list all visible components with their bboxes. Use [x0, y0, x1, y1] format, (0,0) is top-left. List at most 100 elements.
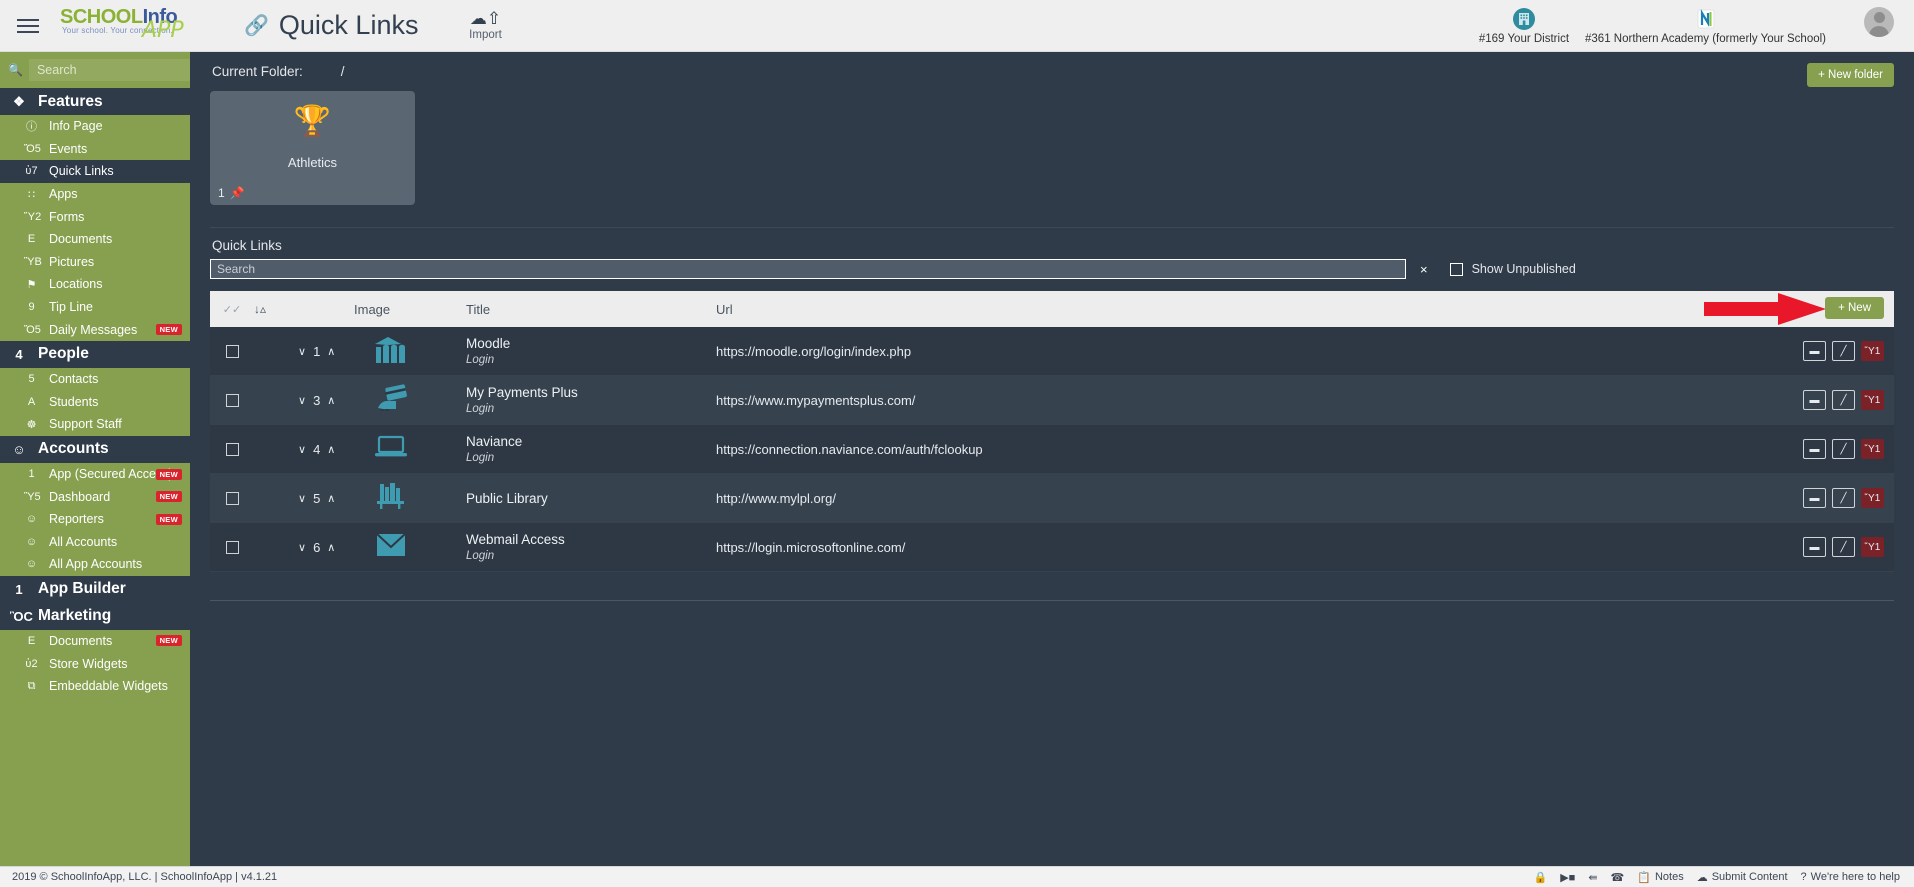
delete-icon[interactable]: Ὕ1 [1861, 390, 1884, 410]
sidebar-item-reporters[interactable]: ☺ Reporters NEW [0, 508, 190, 531]
sidebar-item-forms[interactable]: Ὕ2 Forms [0, 205, 190, 228]
import-button[interactable]: ☁⇧ Import [452, 10, 518, 41]
monitor-icon: Ὓ5 [24, 491, 39, 503]
row-order-cell: ∨ 5 ∧ [254, 491, 354, 506]
delete-icon[interactable]: Ὕ1 [1861, 488, 1884, 508]
edit-icon[interactable]: ╱ [1832, 488, 1855, 508]
delete-icon[interactable]: Ὕ1 [1861, 439, 1884, 459]
sort-ascending-icon[interactable]: ↓▵ [254, 302, 354, 316]
brand-logo[interactable]: SCHOOLInfo Your school. Your connection.… [56, 0, 188, 52]
row-url[interactable]: https://moodle.org/login/index.php [716, 344, 1894, 359]
chevron-up-icon[interactable]: ∧ [327, 394, 335, 407]
sidebar-item-label: App (Secured Access) [49, 467, 173, 481]
sidebar-item-events[interactable]: Ὄ5 Events [0, 138, 190, 161]
sidebar-item-support-staff[interactable]: ☸ Support Staff [0, 413, 190, 436]
sidebar-item-dashboard[interactable]: Ὓ5 Dashboard NEW [0, 485, 190, 508]
sidebar-item-contacts[interactable]: ὆5 Contacts [0, 368, 190, 391]
share-icon[interactable]: ⇚ [1588, 871, 1597, 884]
sidebar-item-quick-links[interactable]: ὑ7 Quick Links [0, 160, 190, 183]
folder-icon[interactable]: ▬ [1803, 537, 1826, 557]
chevron-down-icon[interactable]: ∨ [298, 345, 306, 358]
sidebar-item-locations[interactable]: ⚑ Locations [0, 273, 190, 296]
row-checkbox[interactable] [226, 541, 239, 554]
table-row[interactable]: ∨ 5 ∧ Public Library http://www.mylpl.org/▬ ╱… [210, 474, 1894, 523]
new-button[interactable]: + New [1825, 297, 1884, 319]
sidebar-item-all-accounts[interactable]: ☺ All Accounts [0, 531, 190, 554]
quick-links-search-input[interactable] [210, 259, 1406, 279]
building-icon [1479, 7, 1569, 31]
row-url[interactable]: https://login.microsoftonline.com/ [716, 540, 1894, 555]
sidebar-item-students[interactable]: ὆A Students [0, 391, 190, 414]
chevron-up-icon[interactable]: ∧ [327, 345, 335, 358]
avatar[interactable] [1864, 7, 1894, 37]
sidebar-item-documents[interactable]: ὜E Documents [0, 228, 190, 251]
sidebar-item-all-app-accounts[interactable]: ☺ All App Accounts [0, 553, 190, 576]
table-row[interactable]: ∨ 3 ∧ My Payments Plus Login https://www.mypa… [210, 376, 1894, 425]
sidebar-item-info-page[interactable]: ⓘ Info Page [0, 115, 190, 138]
edit-icon[interactable]: ╱ [1832, 537, 1855, 557]
table-row[interactable]: ∨ 4 ∧ Naviance Login https://connection.navia… [210, 425, 1894, 474]
chevron-up-icon[interactable]: ∧ [327, 541, 335, 554]
sidebar-item-documents[interactable]: ὜E Documents NEW [0, 630, 190, 653]
row-checkbox[interactable] [226, 443, 239, 456]
folder-icon[interactable]: ▬ [1803, 488, 1826, 508]
row-url[interactable]: https://connection.naviance.com/auth/fcl… [716, 442, 1894, 457]
folder-icon[interactable]: ▬ [1803, 390, 1826, 410]
edit-icon[interactable]: ╱ [1832, 390, 1855, 410]
row-checkbox[interactable] [226, 394, 239, 407]
folder-icon[interactable]: ▬ [1803, 341, 1826, 361]
check-all-icon[interactable]: ✓✓ [210, 303, 254, 316]
sidebar-item-embeddable-widgets[interactable]: ⧉ Embeddable Widgets [0, 675, 190, 698]
row-checkbox[interactable] [226, 345, 239, 358]
sidebar-section-accounts[interactable]: ☺ Accounts [0, 436, 190, 463]
chevron-up-icon[interactable]: ∧ [327, 492, 335, 505]
sidebar-item-app-secured-access[interactable]: ὏1 App (Secured Access) NEW [0, 463, 190, 486]
link-icon: ὑ7 [24, 165, 39, 177]
sidebar-item-pictures[interactable]: ὛB Pictures [0, 251, 190, 274]
footer-link-submit-content[interactable]: ☁ Submit Content [1697, 871, 1788, 884]
sidebar-item-tip-line[interactable]: ὞9 Tip Line [0, 296, 190, 319]
sidebar-section-features[interactable]: ❖ Features [0, 88, 190, 115]
table-row[interactable]: ∨ 1 ∧ Moodle Login https://moodle.org/login/i… [210, 327, 1894, 376]
link-icon: 🔗 [244, 13, 269, 38]
org-school[interactable]: #361 Northern Academy (formerly Your Sch… [1579, 7, 1832, 45]
column-header-url: Url [716, 302, 1894, 317]
chevron-down-icon[interactable]: ∨ [298, 541, 306, 554]
video-icon[interactable]: ▶■ [1560, 871, 1575, 884]
hamburger-icon[interactable] [0, 19, 56, 33]
row-url[interactable]: http://www.mylpl.org/ [716, 491, 1894, 506]
edit-icon[interactable]: ╱ [1832, 341, 1855, 361]
envelope-icon [374, 532, 408, 562]
lock-icon[interactable]: 🔒 [1534, 871, 1548, 884]
search-input[interactable] [29, 59, 190, 81]
chevron-down-icon[interactable]: ∨ [298, 443, 306, 456]
footer-link-notes[interactable]: 📋 Notes [1637, 871, 1683, 884]
row-url[interactable]: https://www.mypaymentsplus.com/ [716, 393, 1894, 408]
sidebar-item-apps[interactable]: ∷ Apps [0, 183, 190, 206]
show-unpublished-checkbox[interactable] [1450, 263, 1463, 276]
sidebar-section-app-builder[interactable]: ὏1 App Builder [0, 576, 190, 603]
chevron-down-icon[interactable]: ∨ [298, 492, 306, 505]
sidebar-section-marketing[interactable]: ὋC Marketing [0, 603, 190, 630]
folder-icon[interactable]: ▬ [1803, 439, 1826, 459]
row-checkbox[interactable] [226, 492, 239, 505]
delete-icon[interactable]: Ὕ1 [1861, 537, 1884, 557]
chevron-down-icon[interactable]: ∨ [298, 394, 306, 407]
chevron-up-icon[interactable]: ∧ [327, 443, 335, 456]
phone-icon[interactable]: ☎ [1611, 871, 1625, 884]
row-checkbox-cell [210, 443, 254, 456]
sidebar-section-label: People [38, 345, 89, 363]
quick-links-search-clear-icon[interactable]: × [1420, 262, 1428, 277]
sidebar-item-store-widgets[interactable]: ὑ2 Store Widgets [0, 652, 190, 675]
sidebar-section-people[interactable]: ὆4 People [0, 341, 190, 368]
folder-card-athletics[interactable]: 🏆 Athletics 1 📌 [210, 91, 415, 205]
delete-icon[interactable]: Ὕ1 [1861, 341, 1884, 361]
sidebar-item-daily-messages[interactable]: Ὄ5 Daily Messages NEW [0, 318, 190, 341]
edit-icon[interactable]: ╱ [1832, 439, 1855, 459]
org-district-name: #169 Your District [1479, 33, 1569, 45]
new-badge: NEW [156, 491, 182, 502]
org-district[interactable]: #169 Your District [1473, 7, 1575, 45]
footer-link-help[interactable]: ? We're here to help [1801, 871, 1900, 883]
new-folder-button[interactable]: + New folder [1807, 63, 1894, 87]
table-row[interactable]: ∨ 6 ∧ Webmail Access Login https://login.micr… [210, 523, 1894, 572]
